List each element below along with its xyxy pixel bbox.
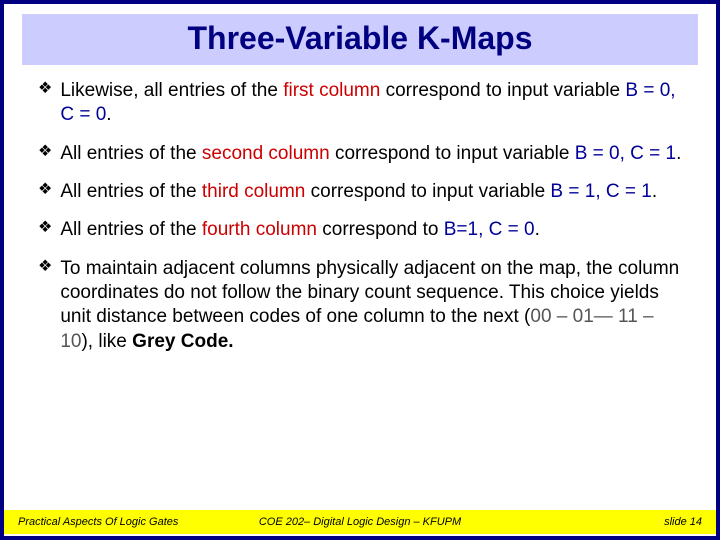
variable-assignment: B = 1, C = 1 bbox=[550, 181, 651, 202]
text-fragment: correspond to bbox=[317, 219, 444, 240]
footer-right: slide 14 bbox=[664, 516, 702, 528]
text-fragment: Likewise, all entries of the bbox=[60, 80, 283, 101]
bullet-item: ❖ To maintain adjacent columns physicall… bbox=[38, 257, 682, 354]
text-fragment: . bbox=[228, 331, 233, 352]
bullet-item: ❖ All entries of the second column corre… bbox=[38, 142, 682, 166]
text-fragment: . bbox=[676, 143, 681, 164]
text-fragment: All entries of the bbox=[60, 219, 202, 240]
text-fragment: . bbox=[652, 181, 657, 202]
bullet-item: ❖ All entries of the fourth column corre… bbox=[38, 218, 682, 242]
text-fragment: . bbox=[106, 104, 111, 125]
bullet-text: All entries of the second column corresp… bbox=[60, 142, 682, 166]
diamond-icon: ❖ bbox=[38, 218, 52, 239]
text-fragment: . bbox=[535, 219, 540, 240]
diamond-icon: ❖ bbox=[38, 257, 52, 278]
diamond-icon: ❖ bbox=[38, 180, 52, 201]
text-fragment: All entries of the bbox=[60, 181, 202, 202]
title-bar: Three-Variable K-Maps bbox=[22, 14, 698, 65]
variable-assignment: B = 0, C = 1 bbox=[575, 143, 676, 164]
column-ordinal: first column bbox=[283, 80, 380, 101]
footer-bar: Practical Aspects Of Logic Gates COE 202… bbox=[4, 510, 716, 534]
bullet-list: ❖ Likewise, all entries of the first col… bbox=[4, 65, 716, 354]
bullet-item: ❖ Likewise, all entries of the first col… bbox=[38, 79, 682, 128]
diamond-icon: ❖ bbox=[38, 79, 52, 100]
text-fragment: All entries of the bbox=[60, 143, 202, 164]
footer-left: Practical Aspects Of Logic Gates bbox=[18, 516, 178, 528]
bullet-text: Likewise, all entries of the first colum… bbox=[60, 79, 682, 128]
bullet-text: To maintain adjacent columns physically … bbox=[60, 257, 682, 354]
column-ordinal: third column bbox=[202, 181, 306, 202]
bullet-text: All entries of the fourth column corresp… bbox=[60, 218, 682, 242]
bullet-item: ❖ All entries of the third column corres… bbox=[38, 180, 682, 204]
text-fragment: correspond to input variable bbox=[305, 181, 550, 202]
text-fragment: correspond to input variable bbox=[330, 143, 575, 164]
column-ordinal: second column bbox=[202, 143, 330, 164]
slide: Three-Variable K-Maps ❖ Likewise, all en… bbox=[4, 4, 716, 536]
column-ordinal: fourth column bbox=[202, 219, 317, 240]
bullet-text: All entries of the third column correspo… bbox=[60, 180, 682, 204]
variable-assignment: B=1, C = 0 bbox=[444, 219, 535, 240]
text-fragment: correspond to input variable bbox=[380, 80, 625, 101]
text-fragment: ), like bbox=[81, 331, 132, 352]
diamond-icon: ❖ bbox=[38, 142, 52, 163]
slide-title: Three-Variable K-Maps bbox=[22, 20, 698, 57]
grey-code-label: Grey Code bbox=[132, 331, 228, 352]
